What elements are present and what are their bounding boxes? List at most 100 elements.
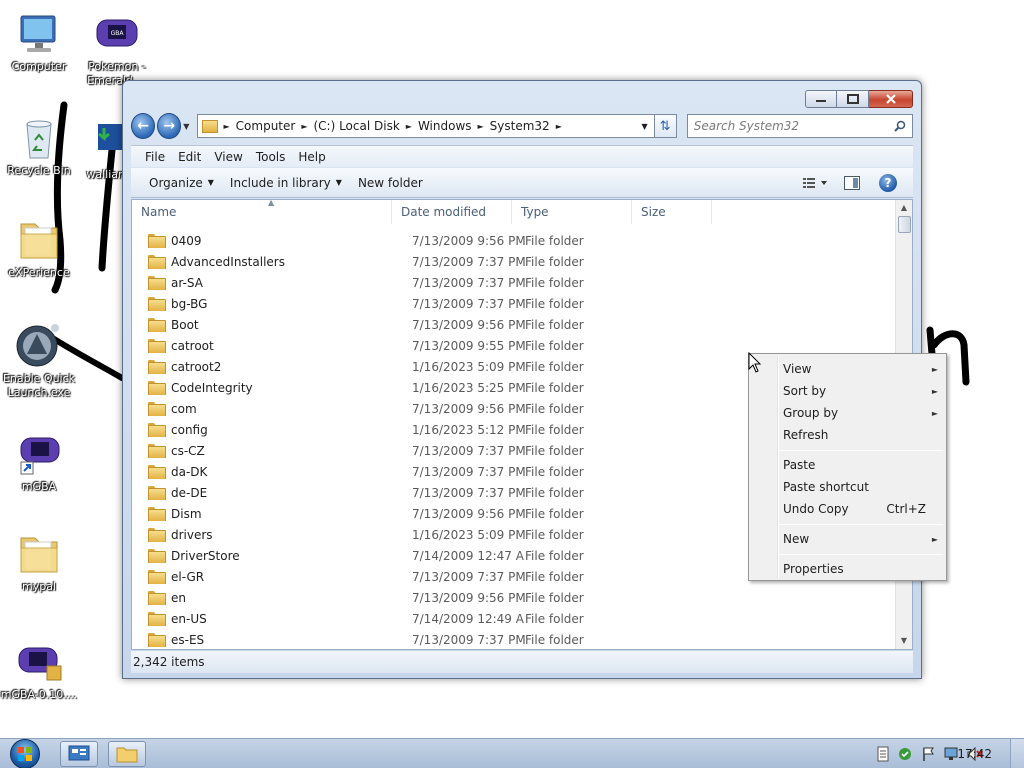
scroll-up-arrow[interactable]: ▲: [896, 200, 912, 216]
menu-item-label: New: [783, 532, 810, 546]
chevron-right-icon[interactable]: ►: [404, 122, 414, 131]
breadcrumb-system32[interactable]: System32: [486, 119, 554, 133]
security-tray-icon[interactable]: [897, 746, 915, 762]
submenu-arrow-icon: ►: [931, 534, 938, 544]
menu-item-sort-by[interactable]: Sort by ►: [783, 380, 938, 402]
search-icon[interactable]: [894, 120, 906, 132]
clock[interactable]: 17:42: [957, 739, 992, 768]
address-history-dropdown[interactable]: ▼: [636, 122, 654, 131]
context-menu: View ► Sort by ► Group by ► Refresh Paste P…: [748, 353, 947, 581]
folder-icon: [15, 216, 63, 264]
table-row[interactable]: 0409 7/13/2009 9:56 PM File folder: [132, 230, 894, 251]
table-row[interactable]: AdvancedInstallers 7/13/2009 7:37 PM File …: [132, 251, 894, 272]
close-button[interactable]: [869, 90, 913, 108]
show-desktop-button[interactable]: [1010, 739, 1024, 768]
desktop-icon-mgba[interactable]: mGBA: [0, 430, 78, 494]
chevron-down-icon: ▼: [207, 178, 214, 187]
file-name: Dism: [171, 506, 202, 521]
menu-view[interactable]: View: [214, 150, 242, 164]
row-type-cell: File folder: [525, 275, 584, 290]
desktop-icon-experience[interactable]: eXPerience: [0, 216, 78, 280]
menu-tools[interactable]: Tools: [256, 150, 286, 164]
table-row[interactable]: ar-SA 7/13/2009 7:37 PM File folder: [132, 272, 894, 293]
recent-pages-dropdown[interactable]: ▼: [183, 122, 192, 131]
desktop-icon-mgba-archive[interactable]: mGBA-0.10....: [0, 638, 78, 702]
action-center-flag-icon[interactable]: [920, 746, 938, 762]
back-button[interactable]: ←: [131, 113, 156, 139]
menu-item-group-by[interactable]: Group by ►: [783, 402, 938, 424]
chevron-right-icon[interactable]: ►: [476, 122, 486, 131]
row-name-cell: catroot2: [132, 360, 405, 374]
column-type[interactable]: Type: [512, 200, 632, 224]
menu-item-undo-copy[interactable]: Undo Copy Ctrl+Z: [783, 498, 938, 520]
menu-edit[interactable]: Edit: [178, 150, 201, 164]
table-row[interactable]: en-US 7/14/2009 12:49 AM File folder: [132, 608, 894, 629]
preview-pane-button[interactable]: [837, 172, 867, 194]
row-type-cell: File folder: [525, 359, 584, 374]
change-view-button[interactable]: [801, 172, 831, 194]
table-row[interactable]: en 7/13/2009 9:56 PM File folder: [132, 587, 894, 608]
row-type-cell: File folder: [525, 254, 584, 269]
row-type-cell: File folder: [525, 611, 584, 626]
new-folder-button[interactable]: New folder: [350, 168, 431, 197]
minimize-button[interactable]: [805, 90, 837, 108]
preview-pane-icon: [844, 175, 860, 190]
scroll-thumb[interactable]: [898, 216, 911, 233]
maximize-button[interactable]: [837, 90, 869, 108]
chevron-right-icon[interactable]: ►: [299, 122, 309, 131]
refresh-button[interactable]: ⇅: [654, 114, 677, 138]
row-type-cell: File folder: [525, 569, 584, 584]
menu-file[interactable]: File: [145, 150, 165, 164]
breadcrumb-computer[interactable]: Computer: [232, 119, 300, 133]
include-in-library-button[interactable]: Include in library ▼: [222, 168, 350, 197]
table-row[interactable]: Boot 7/13/2009 9:56 PM File folder: [132, 314, 894, 335]
breadcrumb-windows[interactable]: Windows: [414, 119, 476, 133]
row-date-cell: 1/16/2023 5:09 PM: [412, 359, 525, 374]
column-name[interactable]: Name ▲: [132, 198, 392, 224]
file-name: 0409: [171, 233, 202, 248]
status-bar: 2,342 items: [131, 651, 913, 673]
file-name: com: [171, 401, 197, 416]
desktop-icon-enable-quick-launch[interactable]: Enable Quick Launch.exe: [0, 322, 78, 400]
menu-item-refresh[interactable]: Refresh: [783, 424, 938, 446]
chevron-right-icon[interactable]: ►: [554, 122, 564, 131]
search-input[interactable]: [693, 119, 894, 133]
scroll-down-arrow[interactable]: ▼: [896, 633, 912, 649]
menu-item-properties[interactable]: Properties: [783, 558, 938, 580]
item-count: 2,342 items: [133, 655, 205, 669]
taskbar-app-control-panel[interactable]: [60, 741, 98, 767]
folder-icon: [148, 507, 166, 521]
breadcrumb-local-disk[interactable]: (C:) Local Disk: [309, 119, 403, 133]
file-name: CodeIntegrity: [171, 380, 253, 395]
forward-button[interactable]: →: [157, 113, 182, 139]
table-row[interactable]: es-ES 7/13/2009 7:37 PM File folder: [132, 629, 894, 650]
table-row[interactable]: bg-BG 7/13/2009 7:37 PM File folder: [132, 293, 894, 314]
search-box[interactable]: [686, 114, 913, 138]
address-bar[interactable]: ► Computer ► (C:) Local Disk ► Windows ►…: [196, 114, 655, 138]
explorer-folder-icon: [116, 747, 138, 763]
desktop-icon-recycle-bin[interactable]: Recycle Bin: [0, 114, 78, 178]
row-date-cell: 7/14/2009 12:49 AM: [412, 611, 525, 626]
chevron-right-icon[interactable]: ►: [222, 122, 232, 131]
help-button[interactable]: ?: [873, 172, 903, 194]
column-size[interactable]: Size: [632, 200, 712, 224]
desktop-icon-computer[interactable]: Computer: [0, 10, 78, 74]
column-date-modified[interactable]: Date modified: [392, 200, 512, 224]
notepad-tray-icon[interactable]: [874, 746, 892, 762]
row-date-cell: 7/14/2009 12:47 AM: [412, 548, 525, 563]
row-name-cell: bg-BG: [132, 297, 405, 311]
menu-item-paste[interactable]: Paste: [783, 454, 938, 476]
folder-icon: [148, 255, 166, 269]
start-button[interactable]: [6, 739, 44, 768]
organize-button[interactable]: Organize ▼: [141, 168, 222, 197]
row-type-cell: File folder: [525, 317, 584, 332]
row-name-cell: de-DE: [132, 486, 405, 500]
taskbar-app-explorer[interactable]: [108, 741, 146, 767]
desktop-icon-mypal[interactable]: mypal: [0, 530, 78, 594]
menu-item-view[interactable]: View ►: [783, 358, 938, 380]
folder-icon: [148, 612, 166, 626]
desktop-icon-pokemon[interactable]: GBA Pokemon - Emerald ...: [78, 10, 156, 88]
menu-item-paste-shortcut[interactable]: Paste shortcut: [783, 476, 938, 498]
menu-help[interactable]: Help: [298, 150, 325, 164]
menu-item-new[interactable]: New ►: [783, 528, 938, 550]
